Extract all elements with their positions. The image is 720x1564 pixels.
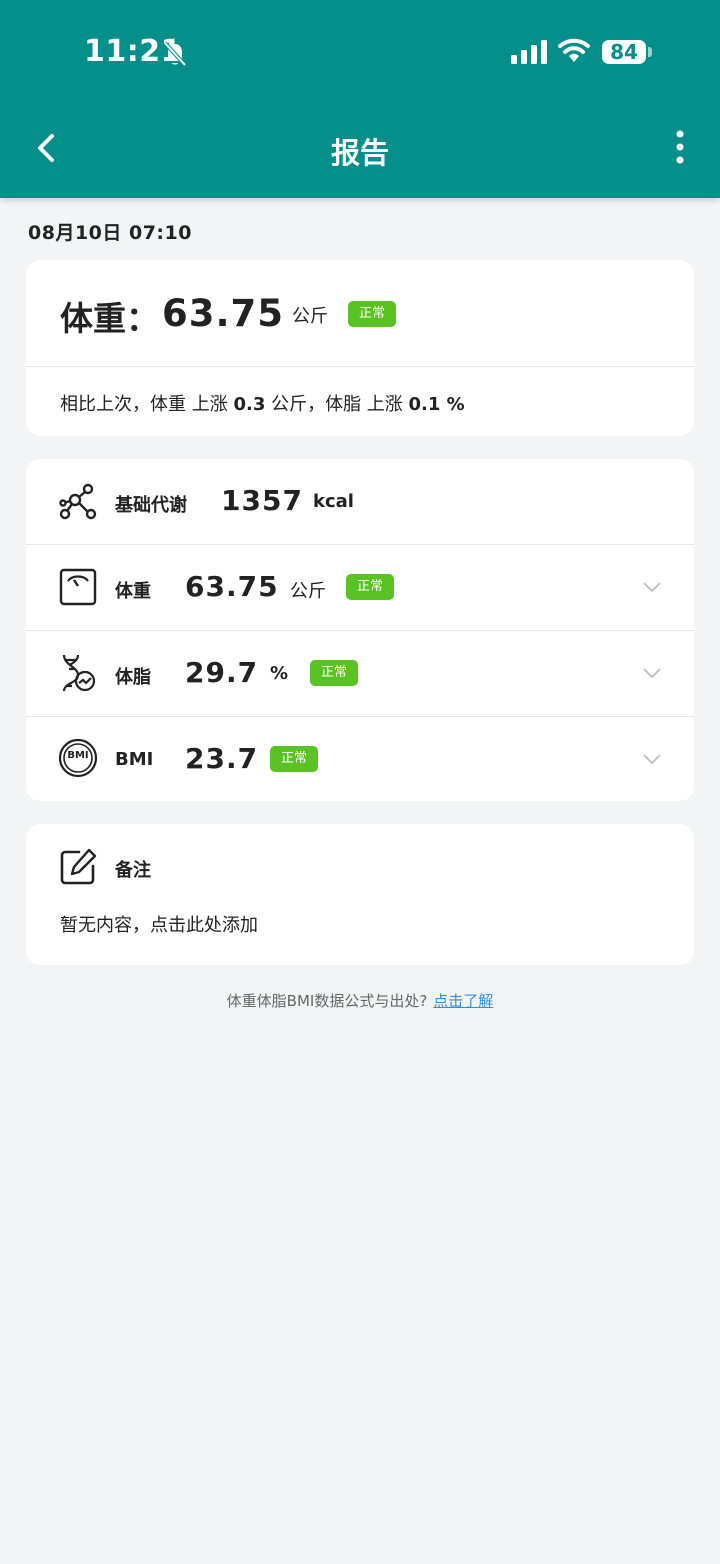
measurement-date: 08月10日 07:10 [28, 222, 192, 244]
metric-label: 基础代谢 [115, 495, 187, 516]
metrics-card: 基础代谢 1357 kcal 体重 63.75 公斤 正常 体脂 29.7 % … [26, 459, 694, 801]
status-badge: 正常 [348, 301, 397, 327]
divider [26, 630, 694, 631]
metric-value: 29.7 [185, 656, 259, 689]
note-label: 备注 [115, 860, 151, 881]
weight-label: 体重： [60, 299, 159, 338]
comparison-text: 相比上次，体重 上涨 0.3 公斤，体脂 上涨 0.1 % [60, 390, 465, 416]
status-badge: 正常 [346, 574, 395, 600]
scale-icon [59, 568, 97, 606]
cellular-signal-icon [511, 40, 547, 64]
metric-value: 63.75 [185, 570, 279, 603]
battery-indicator: 84 [602, 40, 646, 64]
compare-prefix: 相比上次，体重 上涨 [60, 394, 234, 415]
divider [26, 366, 694, 367]
weight-delta: 0.3 [233, 394, 266, 415]
footer-text: 体重体脂BMI数据公式与出处? [226, 992, 428, 1010]
divider [26, 716, 694, 717]
bell-off-icon [163, 41, 187, 67]
metric-value: 23.7 [185, 742, 259, 775]
edit-icon [60, 848, 97, 885]
formula-footer: 体重体脂BMI数据公式与出处? 点击了解 [0, 990, 720, 1011]
weight-value: 63.75 [162, 292, 285, 335]
metric-label: 体脂 [115, 667, 151, 688]
wifi-icon [558, 38, 590, 62]
note-placeholder[interactable]: 暂无内容，点击此处添加 [60, 911, 258, 937]
summary-card: 体重： 63.75 公斤 正常 相比上次，体重 上涨 0.3 公斤，体脂 上涨 … [26, 260, 694, 436]
compare-mid: 公斤，体脂 上涨 [265, 394, 409, 415]
learn-more-link[interactable]: 点击了解 [433, 992, 493, 1010]
molecule-icon [59, 483, 97, 520]
status-badge: 正常 [270, 746, 319, 772]
metric-label: 体重 [115, 581, 151, 602]
metric-unit: kcal [313, 491, 354, 512]
bmi-icon: BMI [58, 738, 98, 778]
battery-tip [648, 47, 652, 57]
more-options-button[interactable] [666, 128, 694, 168]
bmi-icon-text: BMI [67, 750, 89, 761]
note-card[interactable]: 备注 暂无内容，点击此处添加 [26, 824, 694, 965]
weight-unit: 公斤 [292, 306, 328, 327]
app-header: 11:21 84 报告 [0, 0, 720, 198]
status-badge: 正常 [310, 660, 359, 686]
dna-icon [62, 654, 96, 692]
divider [26, 544, 694, 545]
metric-unit: % [270, 663, 289, 684]
page-title: 报告 [330, 136, 389, 170]
fat-delta: 0.1 % [408, 394, 465, 415]
metric-label: BMI [115, 749, 154, 770]
chevron-down-icon[interactable] [642, 581, 662, 593]
chevron-down-icon[interactable] [642, 667, 662, 679]
metric-unit: 公斤 [290, 581, 326, 602]
chevron-down-icon[interactable] [642, 753, 662, 765]
metric-value: 1357 [221, 484, 303, 517]
